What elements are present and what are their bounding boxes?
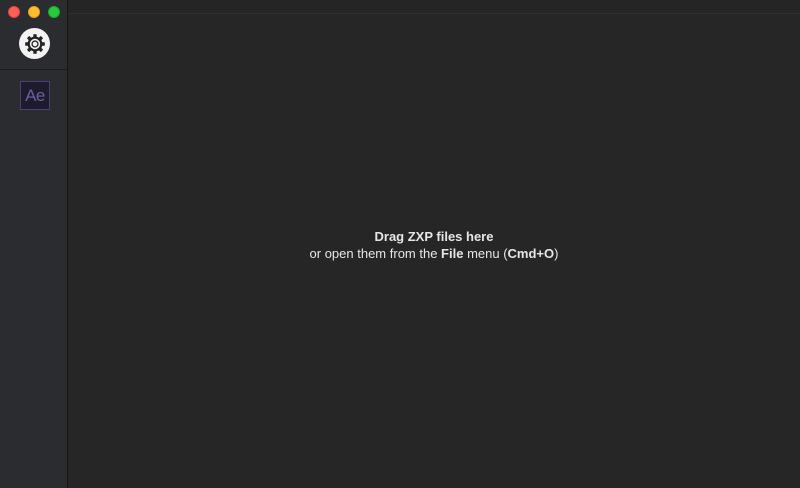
drop-title: Drag ZXP files here: [374, 229, 494, 244]
close-window-button[interactable]: [8, 6, 20, 18]
maximize-window-button[interactable]: [48, 6, 60, 18]
after-effects-app-button[interactable]: Ae: [20, 81, 50, 110]
app-window: Ae Drag ZXP files here or open them from…: [0, 0, 800, 488]
file-menu-label: File: [441, 246, 464, 261]
settings-button[interactable]: [19, 28, 50, 59]
window-controls: [8, 6, 60, 18]
drop-message: Drag ZXP files here or open them from th…: [68, 228, 800, 262]
drop-line-middle: menu (: [463, 246, 508, 261]
gear-icon: [24, 33, 45, 54]
after-effects-label: Ae: [25, 85, 45, 105]
drop-instructions: or open them from the File menu (Cmd+O): [68, 245, 800, 262]
drop-line-prefix: or open them from the: [309, 246, 442, 261]
drop-line-suffix: ): [554, 246, 559, 261]
sidebar: Ae: [0, 0, 68, 488]
drop-zone[interactable]: Drag ZXP files here or open them from th…: [68, 0, 800, 488]
minimize-window-button[interactable]: [28, 6, 40, 18]
sidebar-divider: [0, 69, 67, 70]
shortcut-label: Cmd+O: [507, 246, 555, 261]
title-bar: [68, 0, 800, 14]
